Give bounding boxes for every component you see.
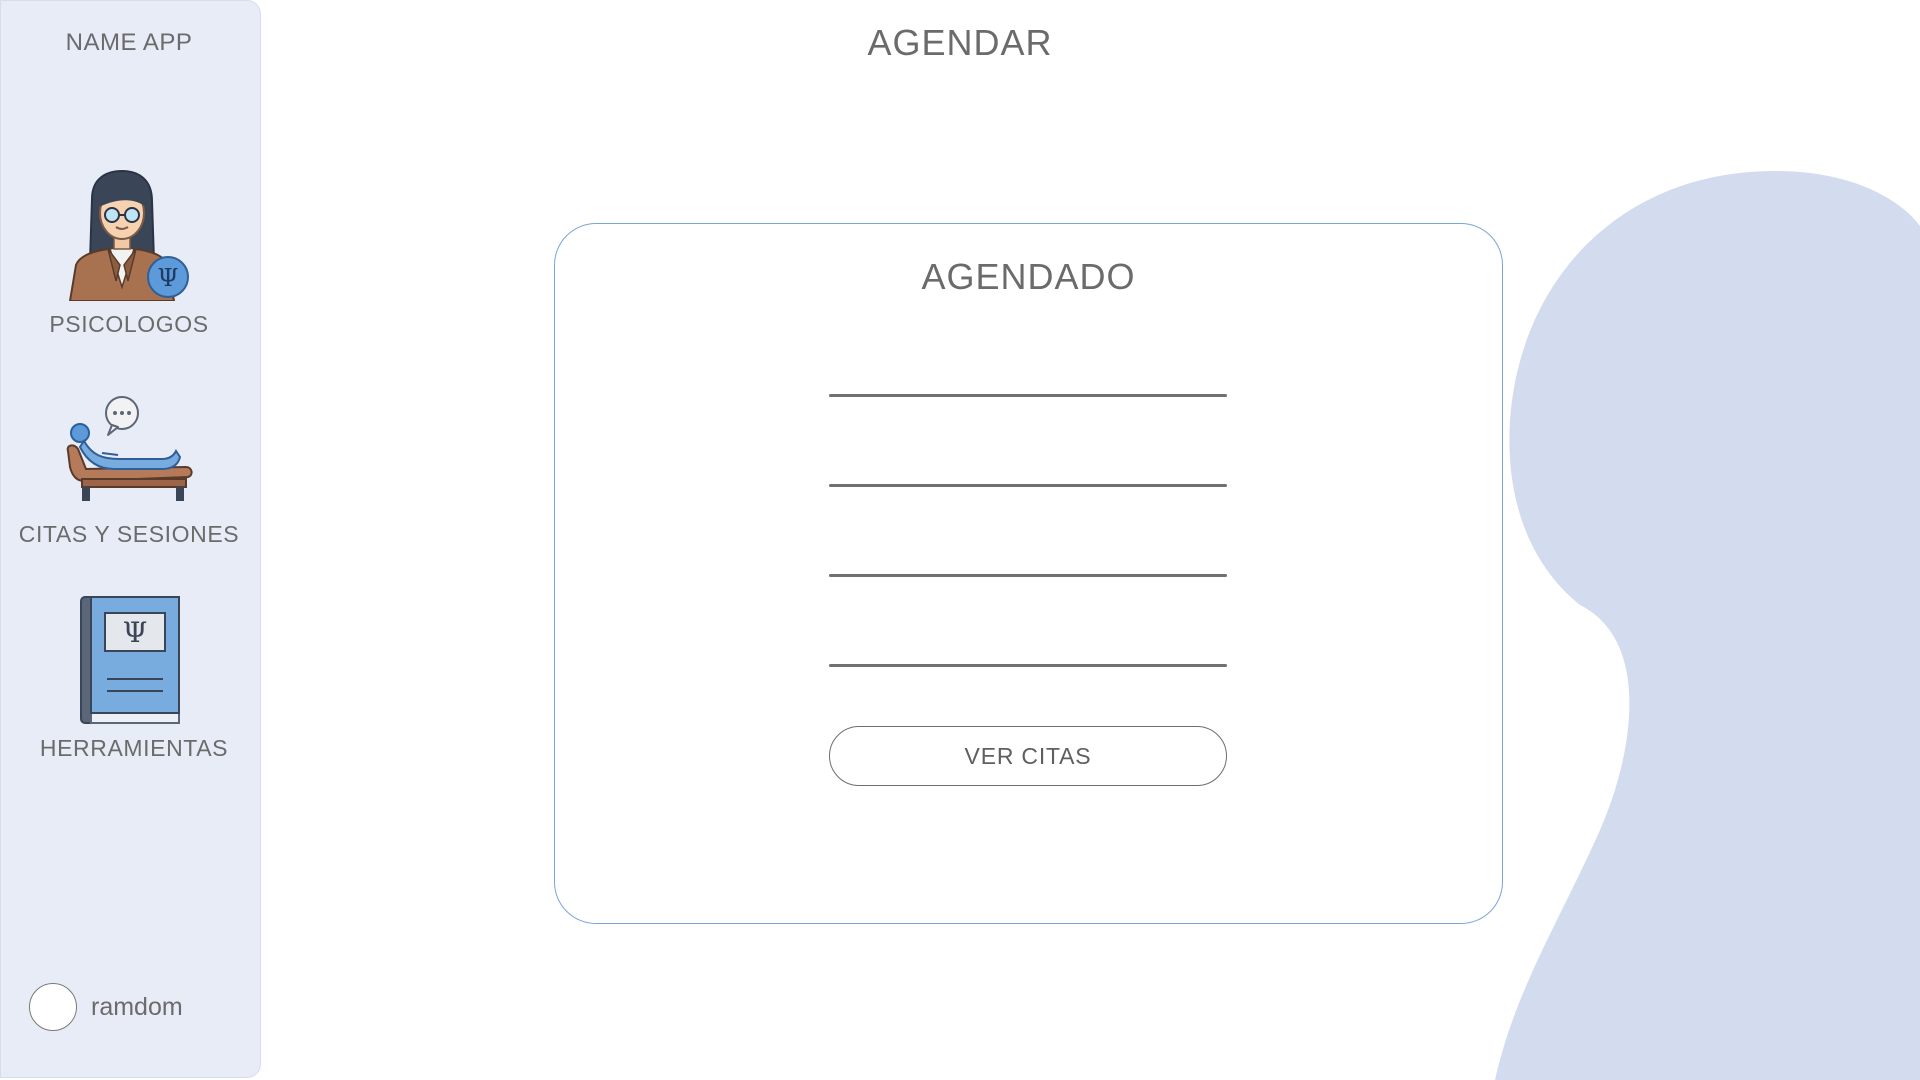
sidebar-item-label: PSICOLOGOS	[49, 311, 209, 337]
page: NAME APP Ψ PSICOLOGOS CITAS Y SESIONES Ψ…	[0, 0, 1920, 1080]
svg-text:Ψ: Ψ	[123, 616, 148, 649]
app-name: NAME APP	[65, 29, 193, 56]
card-title: AGENDADO	[921, 256, 1136, 297]
username: ramdom	[91, 992, 183, 1021]
form-field-3[interactable]	[829, 574, 1227, 577]
avatar[interactable]	[29, 983, 77, 1031]
sidebar-item-psicologos[interactable]: Ψ PSICOLOGOS	[1, 169, 257, 338]
form-field-2[interactable]	[829, 484, 1227, 487]
psychology-book-icon: Ψ	[80, 596, 180, 724]
form-field-4[interactable]	[829, 664, 1227, 667]
sidebar-item-label: CITAS Y SESIONES	[18, 521, 240, 547]
ver-citas-button[interactable]: VER CITAS	[829, 726, 1227, 786]
user-profile[interactable]: ramdom	[29, 983, 183, 1031]
form-field-1[interactable]	[829, 394, 1227, 397]
sidebar: NAME APP Ψ PSICOLOGOS CITAS Y SESIONES Ψ…	[0, 0, 261, 1078]
therapy-couch-icon	[66, 396, 193, 501]
schedule-card: AGENDADO VER CITAS	[554, 223, 1503, 924]
psychologist-icon: Ψ	[68, 169, 189, 301]
sidebar-item-herramientas[interactable]: Ψ HERRAMIENTAS	[1, 595, 257, 762]
sidebar-item-citas-y-sesiones[interactable]: CITAS Y SESIONES	[1, 395, 257, 548]
svg-text:Ψ: Ψ	[157, 264, 178, 292]
sidebar-item-label: HERRAMIENTAS	[39, 735, 229, 761]
page-title: AGENDAR	[867, 22, 1053, 63]
